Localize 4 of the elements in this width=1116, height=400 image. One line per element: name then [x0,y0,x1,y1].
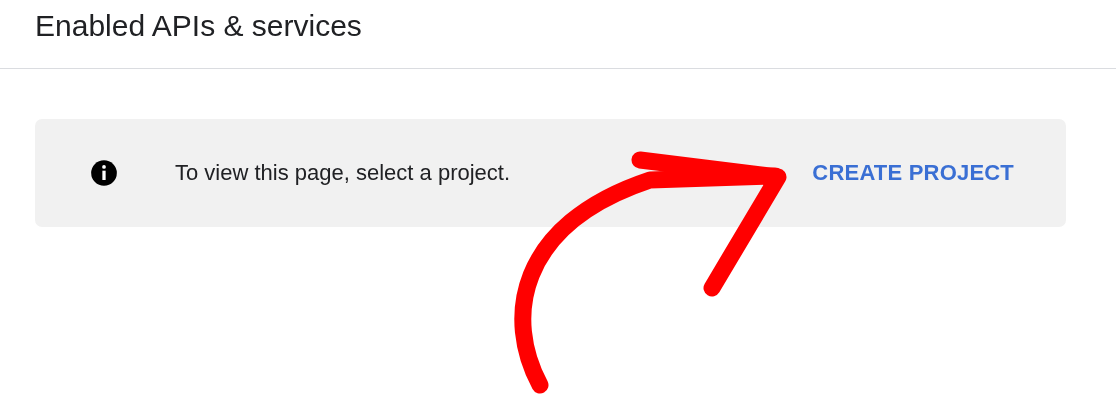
create-project-button[interactable]: CREATE PROJECT [802,152,1024,194]
notice-message: To view this page, select a project. [175,160,512,186]
info-icon [90,159,118,187]
page-title: Enabled APIs & services [35,8,362,44]
